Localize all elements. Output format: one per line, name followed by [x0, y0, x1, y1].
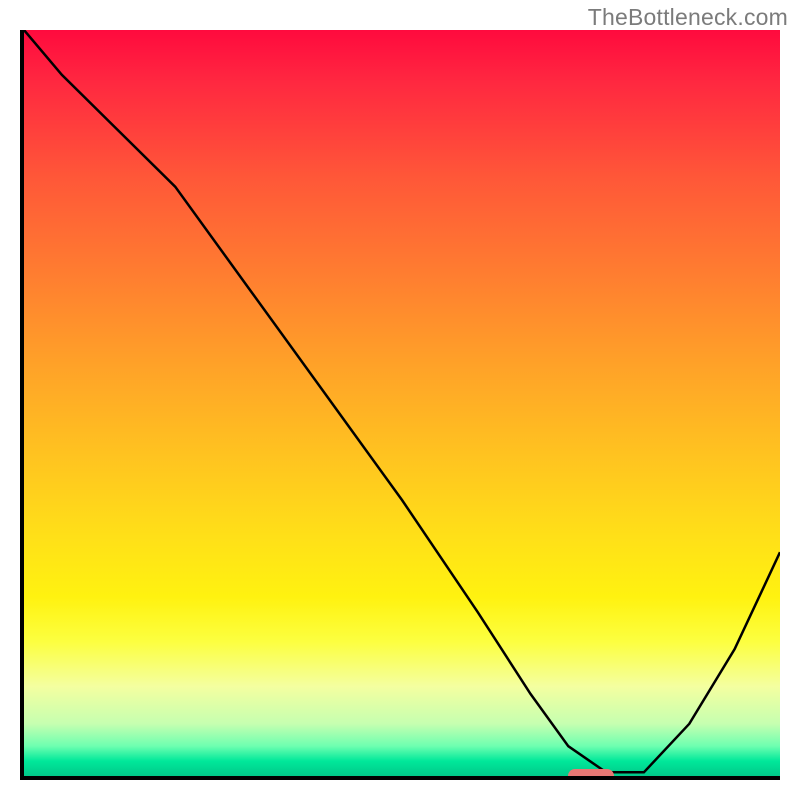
- watermark-label: TheBottleneck.com: [588, 4, 788, 31]
- optimal-zone-marker: [568, 769, 613, 780]
- chart-container: TheBottleneck.com: [0, 0, 800, 800]
- plot-area: [20, 30, 780, 780]
- bottleneck-curve-path: [24, 30, 780, 772]
- curve-svg: [24, 30, 780, 776]
